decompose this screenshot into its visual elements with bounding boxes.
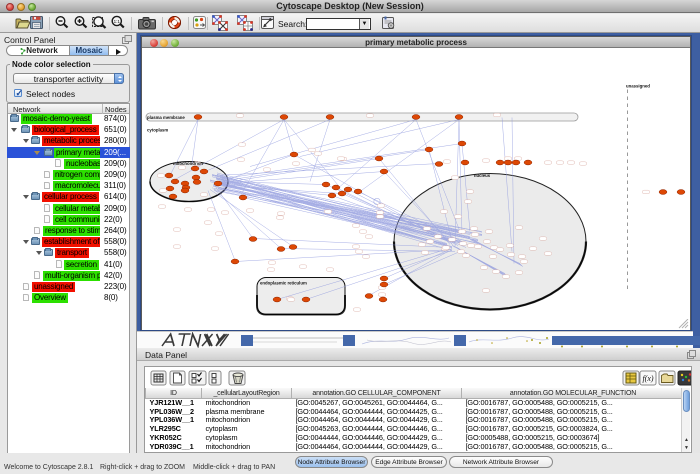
svg-text:nucleus: nucleus [474, 173, 491, 178]
svg-text:endoplasmic reticulum: endoplasmic reticulum [260, 281, 307, 286]
svg-text:mitochondrion: mitochondrion [173, 161, 203, 166]
svg-text:cytoplasm: cytoplasm [147, 128, 168, 133]
svg-text:f(x): f(x) [642, 374, 653, 383]
svg-text:unassigned: unassigned [626, 84, 650, 89]
svg-text:plasma membrane: plasma membrane [147, 115, 185, 120]
svg-text:1:1: 1:1 [114, 19, 121, 24]
